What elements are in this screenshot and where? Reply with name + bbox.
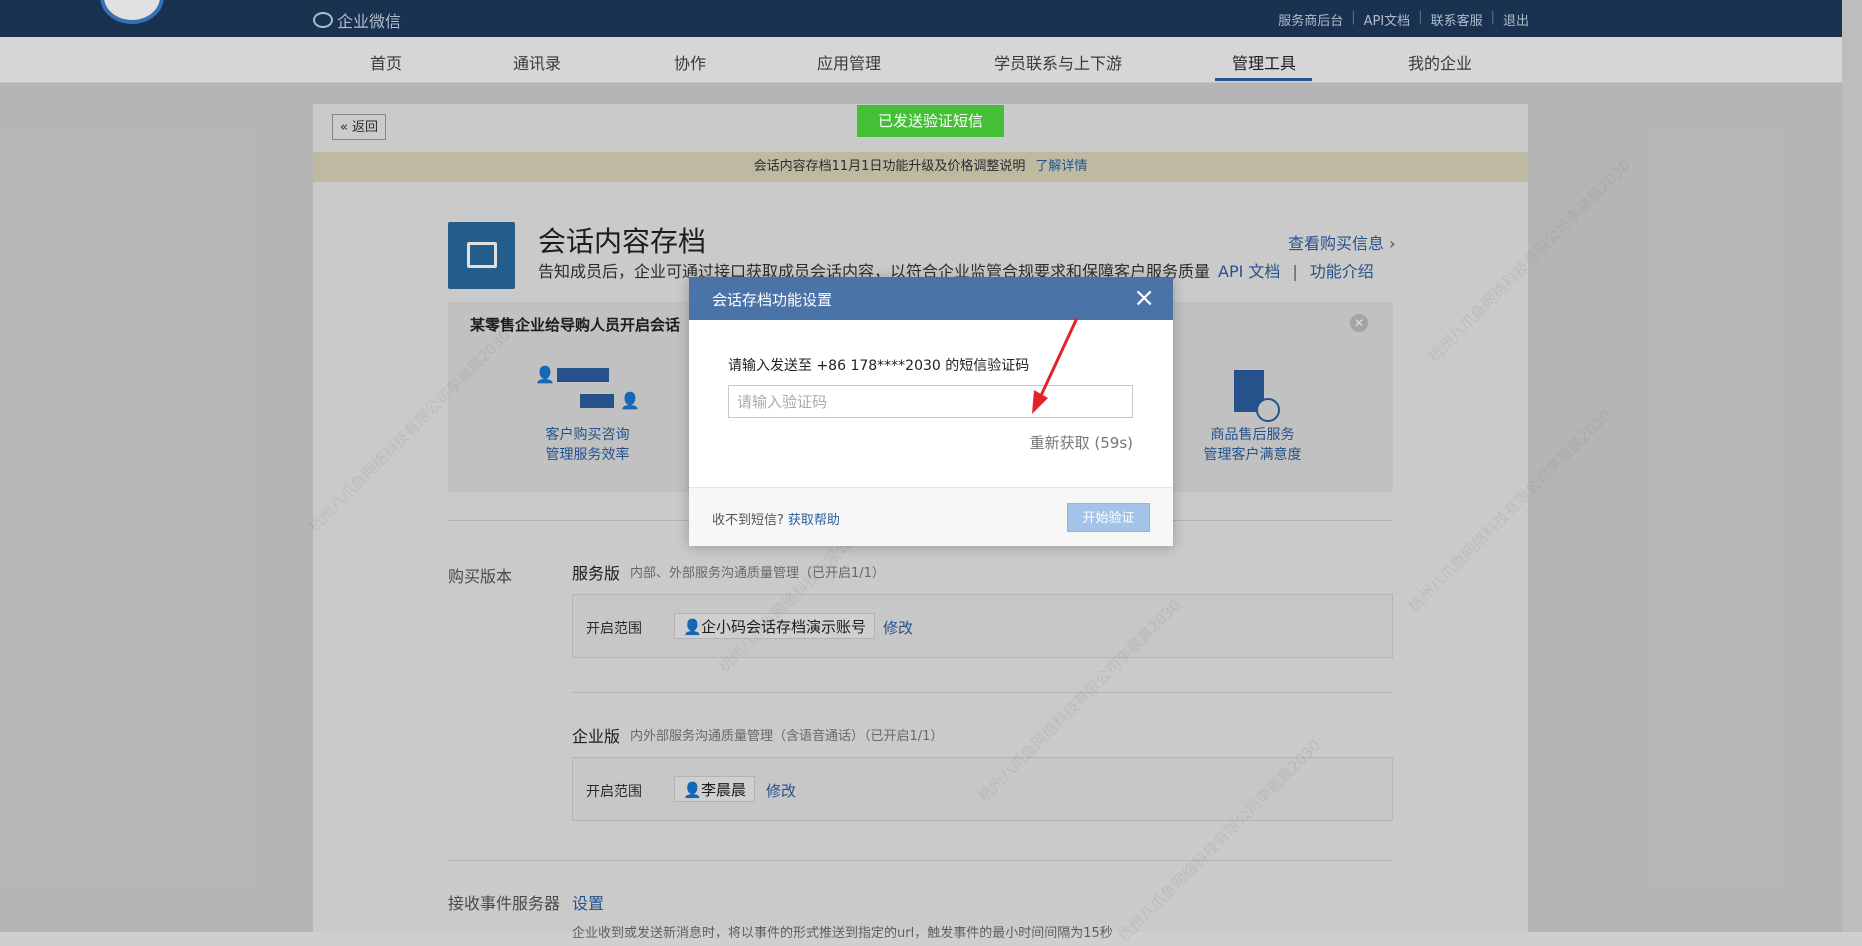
sms-prompt: 请输入发送至 +86 178****2030 的短信验证码 — [728, 358, 1030, 374]
close-icon[interactable]: × — [1133, 283, 1155, 313]
start-verify-button[interactable]: 开始验证 — [1067, 503, 1150, 532]
get-help-link[interactable]: 获取帮助 — [788, 513, 840, 528]
annotation-arrow-icon — [1032, 317, 1079, 414]
verification-dialog: 会话存档功能设置 × 请输入发送至 +86 178****2030 的短信验证码… — [689, 277, 1173, 546]
resend-countdown[interactable]: 重新获取 (59s) — [1030, 432, 1133, 453]
no-sms-hint: 收不到短信? 获取帮助 — [712, 513, 840, 528]
dialog-footer: 收不到短信? 获取帮助 开始验证 — [689, 487, 1173, 546]
dialog-header: 会话存档功能设置 × — [689, 277, 1173, 320]
toast-sms-sent: 已发送验证短信 — [857, 105, 1004, 137]
dialog-title: 会话存档功能设置 — [712, 291, 833, 309]
